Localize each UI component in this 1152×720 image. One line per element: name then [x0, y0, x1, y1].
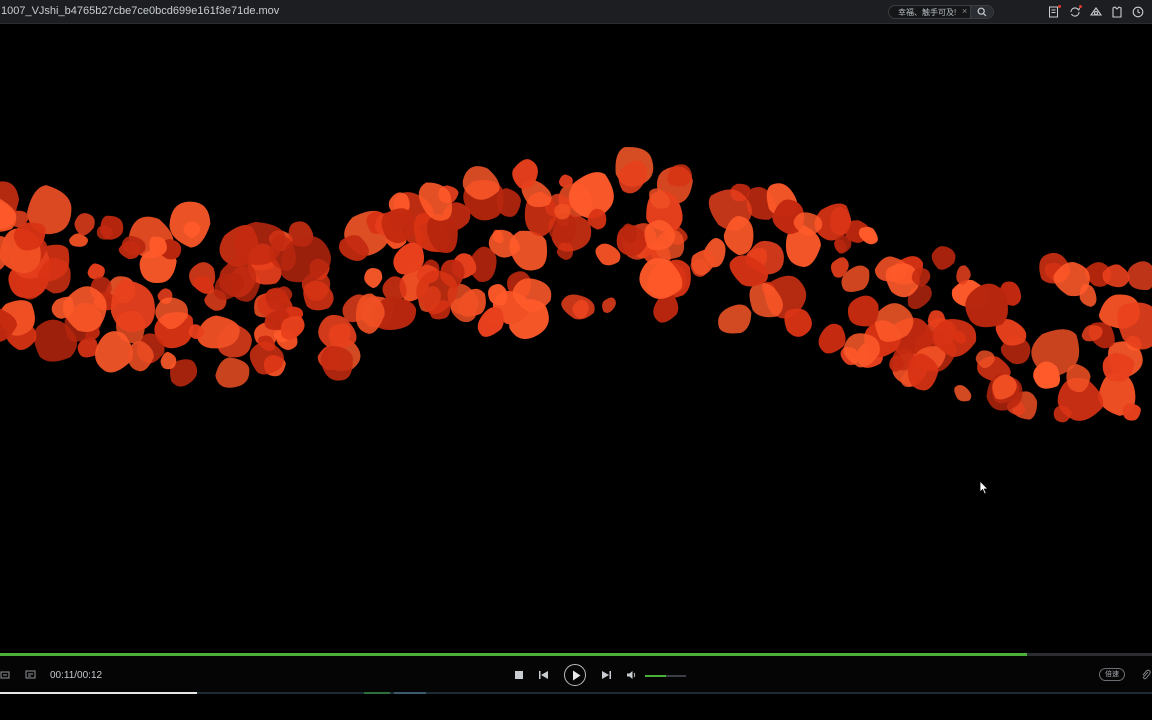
- search-clear-button[interactable]: ×: [962, 6, 967, 16]
- rose-petal: [69, 233, 89, 247]
- rose-petal: [954, 385, 972, 402]
- cloth-icon[interactable]: [1089, 5, 1103, 19]
- rose-petal: [931, 246, 956, 270]
- document-icon[interactable]: [1047, 5, 1061, 19]
- search-button[interactable]: [970, 6, 993, 18]
- video-player-window: 1007_VJshi_b4765b27cbe7ce0bcd699e161f3e7…: [0, 0, 1152, 720]
- mouse-cursor-icon: [979, 480, 989, 495]
- volume-slider[interactable]: [645, 675, 686, 677]
- volume-slider-fill: [645, 675, 666, 677]
- play-button[interactable]: [564, 664, 586, 686]
- stop-icon[interactable]: [514, 670, 524, 680]
- clock-icon[interactable]: [1131, 5, 1145, 19]
- rose-petal: [561, 294, 595, 320]
- search-box[interactable]: 幸福、触手可及! ×: [888, 5, 994, 19]
- window-title: 1007_VJshi_b4765b27cbe7ce0bcd699e161f3e7…: [1, 5, 280, 17]
- rose-petal: [639, 257, 683, 299]
- subtitle-icon[interactable]: [25, 670, 36, 680]
- time-display: 00:11/00:12: [50, 670, 103, 681]
- rose-petal: [215, 357, 250, 388]
- title-bar: 1007_VJshi_b4765b27cbe7ce0bcd699e161f3e7…: [0, 0, 1152, 24]
- search-icon: [977, 7, 987, 17]
- sync-icon[interactable]: [1068, 5, 1082, 19]
- attachment-icon[interactable]: [1141, 669, 1151, 680]
- notification-dot: [1058, 5, 1061, 8]
- playback-controls: 00:11/00:12 倍速: [0, 656, 1152, 694]
- rose-petal: [602, 297, 616, 313]
- shirt-icon[interactable]: [1110, 5, 1124, 19]
- notification-dot: [1079, 5, 1082, 8]
- search-input[interactable]: 幸福、触手可及!: [898, 7, 960, 18]
- footer-area: [0, 694, 1152, 720]
- rose-petals-image: [0, 147, 1152, 423]
- rose-petal: [718, 304, 752, 334]
- video-frame[interactable]: [0, 24, 1152, 650]
- screenshot-icon[interactable]: [0, 670, 10, 680]
- volume-icon[interactable]: [626, 670, 637, 680]
- previous-icon[interactable]: [538, 670, 549, 680]
- next-icon[interactable]: [601, 670, 612, 680]
- speed-button[interactable]: 倍速: [1099, 668, 1125, 681]
- rose-petal: [364, 268, 383, 288]
- play-icon: [573, 670, 581, 681]
